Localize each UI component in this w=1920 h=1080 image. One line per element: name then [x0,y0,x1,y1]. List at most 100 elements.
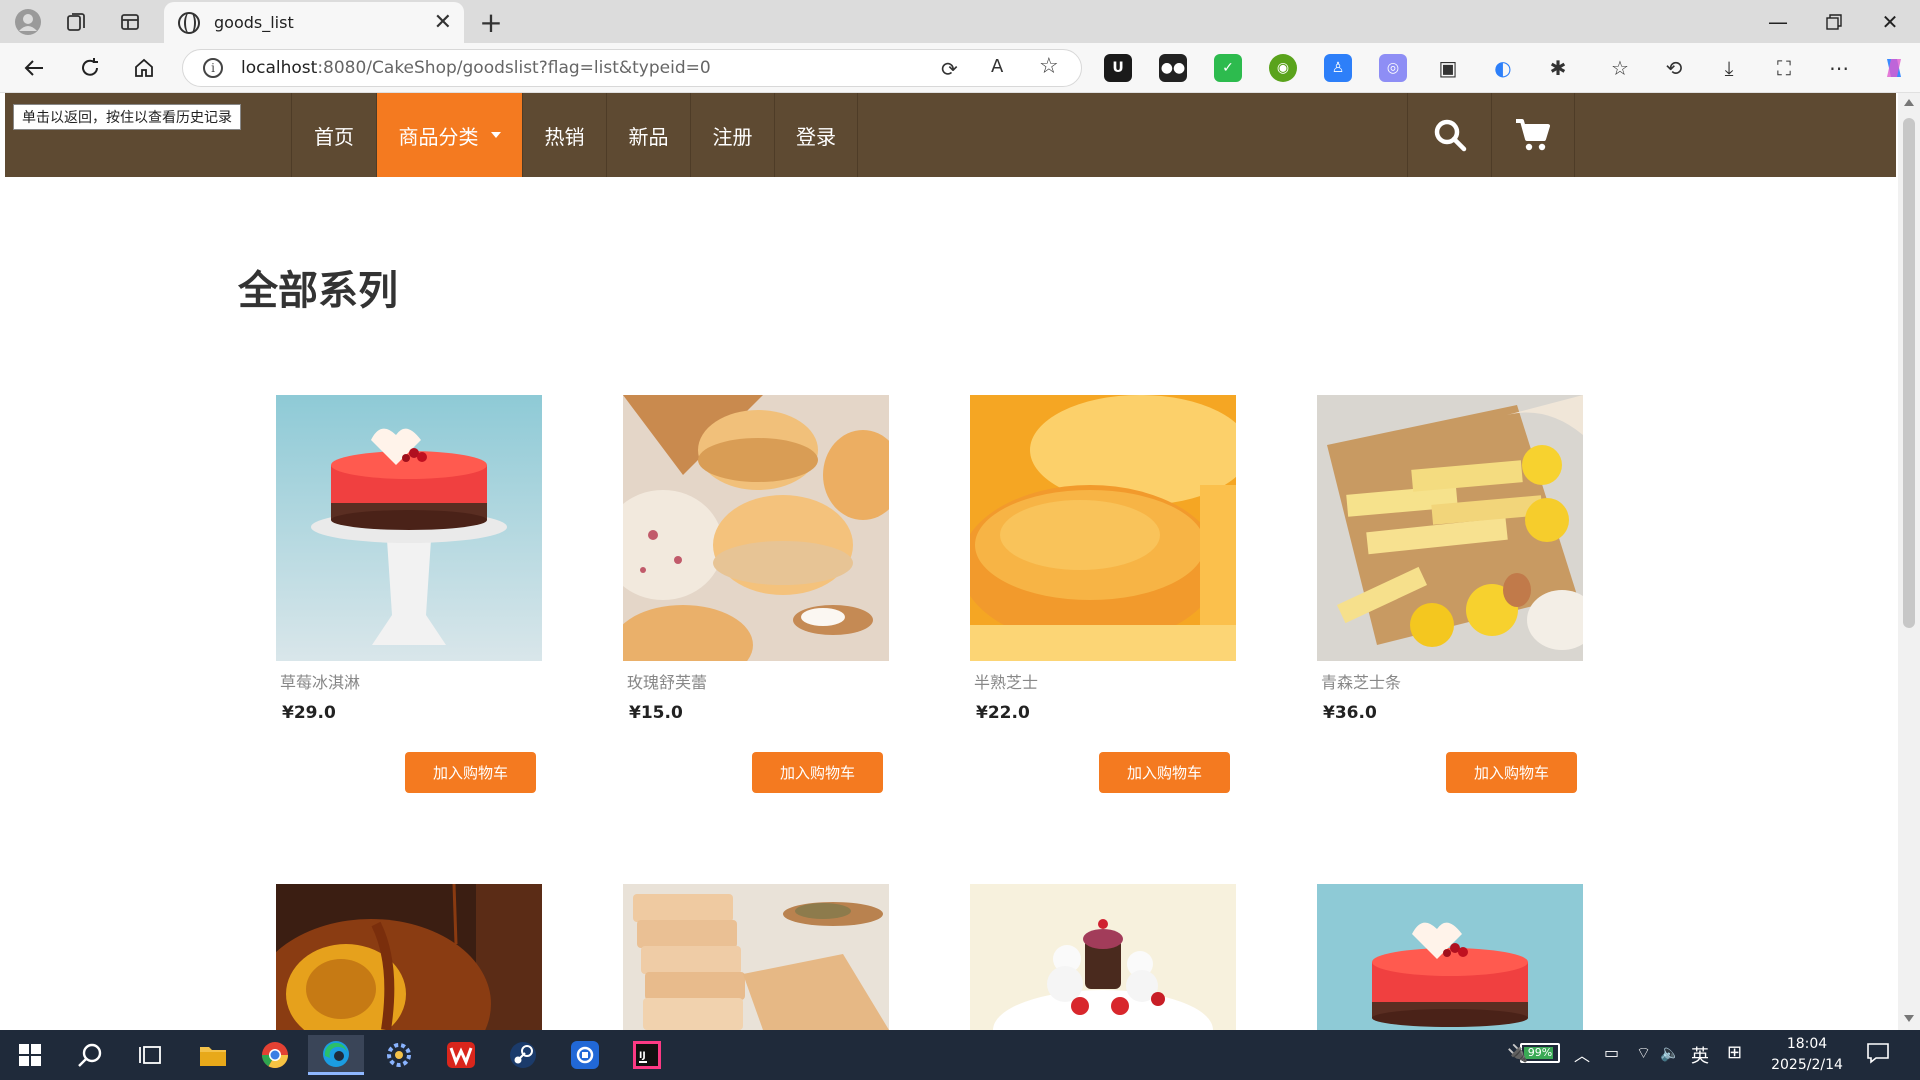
product-image[interactable] [1317,884,1583,1030]
tab-title: goods_list [214,13,294,32]
notification-center-icon[interactable] [1866,1041,1890,1069]
scrollbar-thumb[interactable] [1903,118,1915,628]
site-info-icon[interactable]: i [203,58,223,78]
product-name[interactable]: 玫瑰舒芙蕾 [627,669,707,693]
add-to-cart-button[interactable]: 加入购物车 [405,752,536,793]
add-to-cart-button[interactable]: 加入购物车 [1099,752,1230,793]
product-card[interactable] [1317,884,1583,1030]
home-icon[interactable] [128,52,160,84]
extension-purple-icon[interactable]: ◎ [1379,54,1407,82]
nav-categories-label: 商品分类 [398,124,479,149]
charging-plug-icon: 🔌 [1507,1044,1529,1064]
product-card[interactable]: 青森芝士条 ¥36.0 加入购物车 [1317,395,1583,793]
app-blue-icon[interactable] [557,1035,613,1075]
nav-home[interactable]: 首页 [291,93,376,177]
favorite-star-icon[interactable]: ☆ [1039,54,1059,79]
file-explorer-icon[interactable] [185,1035,241,1075]
clock-time: 18:04 [1786,1036,1828,1052]
product-image[interactable] [276,395,542,661]
nav-hot[interactable]: 热销 [522,93,606,177]
globe-icon [178,11,200,34]
system-clock[interactable]: 18:04 2025/2/14 [1762,1034,1852,1076]
product-card[interactable]: 玫瑰舒芙蕾 ¥15.0 加入购物车 [623,395,889,793]
more-menu-icon[interactable]: ⋯ [1823,52,1855,84]
extension-tampermonkey-icon[interactable]: ●● [1159,54,1187,82]
windows-taskbar: IJ 99% 🔌 ︿ ▭ ⌔ 🔈 英 ⊞ 18:04 2025/2/14 [0,1030,1920,1080]
product-image[interactable] [623,395,889,661]
wps-icon[interactable] [433,1035,489,1075]
address-bar[interactable]: i localhost:8080/CakeShop/goodslist?flag… [182,49,1082,87]
product-card[interactable] [623,884,889,1030]
extensions-puzzle-icon[interactable]: ✱ [1542,52,1574,84]
copilot-icon[interactable] [1878,52,1910,84]
close-tab-icon[interactable]: ✕ [434,10,452,35]
screenshot-icon[interactable]: ⛶ [1768,52,1800,84]
scroll-up-icon[interactable] [1904,99,1914,106]
nav-categories[interactable]: 商品分类 [376,93,522,177]
close-window-icon[interactable]: ✕ [1862,4,1918,40]
minimize-icon[interactable]: — [1750,4,1806,40]
extension-swirl-icon[interactable]: ◐ [1487,52,1519,84]
browser-tab[interactable]: goods_list ✕ [164,2,464,43]
nav-register[interactable]: 注册 [690,93,774,177]
extension-shield-icon[interactable]: ✓ [1214,54,1242,82]
product-image[interactable] [276,884,542,1030]
search-icon[interactable] [1407,93,1491,177]
nav-login-label: 登录 [796,124,836,149]
product-name[interactable]: 草莓冰淇淋 [280,669,360,693]
wifi-icon[interactable]: ⌔ [1636,1043,1651,1063]
taskbar-search-icon[interactable] [62,1035,118,1075]
nav-home-label: 首页 [314,124,354,149]
nav-new[interactable]: 新品 [606,93,690,177]
product-card[interactable] [276,884,542,1030]
new-tab-icon[interactable]: + [471,2,511,42]
extension-green-icon[interactable]: ◉ [1269,54,1297,82]
tab-strip: goods_list ✕ + — ✕ [0,0,1920,43]
product-price: ¥36.0 [1323,703,1377,723]
product-name[interactable]: 青森芝士条 [1321,669,1401,693]
product-card[interactable] [970,884,1236,1030]
task-view-icon[interactable] [122,1035,178,1075]
profile-icon[interactable] [8,2,48,42]
add-to-cart-button[interactable]: 加入购物车 [752,752,883,793]
product-card[interactable]: 半熟芝士 ¥22.0 加入购物车 [970,395,1236,793]
product-image[interactable] [623,884,889,1030]
settings-gear-app-icon[interactable] [371,1035,427,1075]
edge-icon[interactable] [308,1035,364,1075]
favorites-icon[interactable]: ☆ [1604,52,1636,84]
split-screen-icon[interactable]: ▣ [1432,52,1464,84]
nav-login[interactable]: 登录 [774,93,858,177]
restore-icon[interactable] [1806,4,1862,40]
volume-icon[interactable]: 🔈 [1660,1043,1680,1062]
chrome-icon[interactable] [247,1035,303,1075]
add-to-cart-button[interactable]: 加入购物车 [1446,752,1577,793]
battery-percent: 99% [1527,1046,1553,1059]
product-price: ¥29.0 [282,703,336,723]
page-scrollbar[interactable] [1898,93,1920,1030]
read-aloud-icon[interactable]: A [991,56,1003,77]
product-image[interactable] [970,884,1236,1030]
product-image[interactable] [970,395,1236,661]
ime-layout-icon[interactable]: ⊞ [1727,1042,1742,1063]
steam-icon[interactable] [495,1035,551,1075]
reload-icon[interactable] [74,52,106,84]
history-icon[interactable]: ⟲ [1658,52,1690,84]
extension-blue-icon[interactable]: ♙ [1324,54,1352,82]
product-card[interactable]: 草莓冰淇淋 ¥29.0 加入购物车 [276,395,542,793]
ime-language[interactable]: 英 [1691,1042,1709,1068]
battery-saver-icon[interactable]: ▭ [1604,1043,1619,1062]
windows-start-icon[interactable] [2,1035,58,1075]
show-hidden-icons-icon[interactable]: ︿ [1574,1042,1590,1066]
extension-u-icon[interactable]: U [1104,54,1132,82]
intellij-idea-icon[interactable]: IJ [619,1035,675,1075]
translate-icon[interactable]: ⟳ [941,57,958,81]
scroll-down-icon[interactable] [1904,1015,1914,1022]
back-icon[interactable] [18,52,50,84]
vertical-tabs-icon[interactable] [110,2,150,42]
clock-date: 2025/2/14 [1771,1057,1843,1073]
product-name[interactable]: 半熟芝士 [974,669,1038,693]
product-image[interactable] [1317,395,1583,661]
cart-icon[interactable] [1491,93,1575,177]
downloads-icon[interactable]: ⤓ [1713,52,1745,84]
collections-icon[interactable] [56,2,96,42]
